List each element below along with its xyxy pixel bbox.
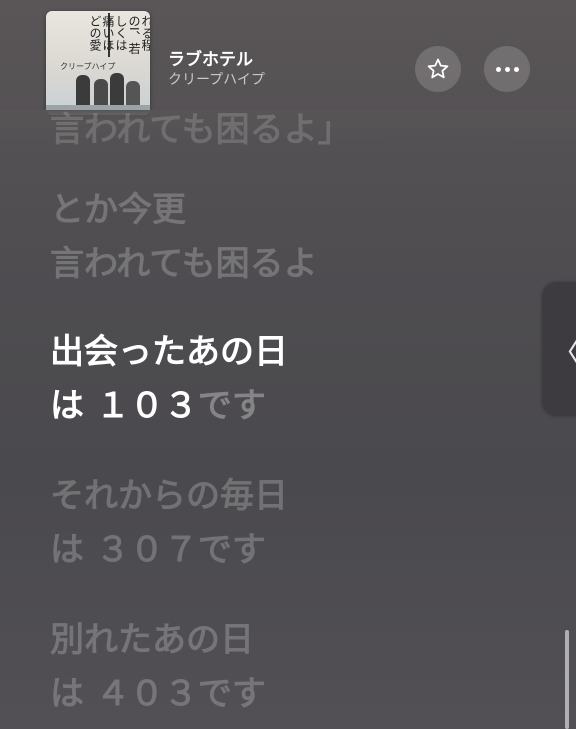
lyric-line[interactable]: は ３０７です [50,524,266,576]
more-icon [495,66,519,72]
album-art-band: クリープハイプ [60,62,116,71]
lyric-line[interactable]: 言われても困るよ [50,238,318,290]
side-panel-toggle[interactable]: 〈 [543,282,576,416]
lyric-line-active[interactable]: は １０３です [50,380,266,432]
lyric-line[interactable]: 別れたあの日 [50,614,254,666]
lyric-line[interactable]: は ４０３です [50,668,266,720]
album-art-text: 吹き零れる程のI、若しくは痛いほどの愛 [88,15,150,55]
lyric-line[interactable]: 言われても困るよ」 [50,104,352,156]
lyric-line[interactable]: それからの毎日 [50,470,288,522]
album-art[interactable]: 吹き零れる程のI、若しくは痛いほどの愛 クリープハイプ [46,11,150,115]
scrollbar[interactable] [565,630,569,729]
more-button[interactable] [484,46,530,92]
lyric-sung-text: は １０３ [50,386,198,426]
album-art-title-block: 吹き零れる程のI、若しくは痛いほどの愛 [50,13,150,57]
star-icon [427,58,449,79]
lyric-unsung-text: です [197,386,266,426]
lyric-line-active[interactable]: 出会ったあの日 [50,326,288,378]
favorite-button[interactable] [415,46,461,92]
artist-name[interactable]: クリープハイプ [168,69,265,89]
now-playing-header: 吹き零れる程のI、若しくは痛いほどの愛 クリープハイプ ラブホテル クリープハイ… [0,0,576,118]
song-title[interactable]: ラブホテル [168,45,253,70]
chevron-left-icon: 〈 [551,328,576,372]
lyric-line[interactable]: とか今更 [50,184,186,236]
